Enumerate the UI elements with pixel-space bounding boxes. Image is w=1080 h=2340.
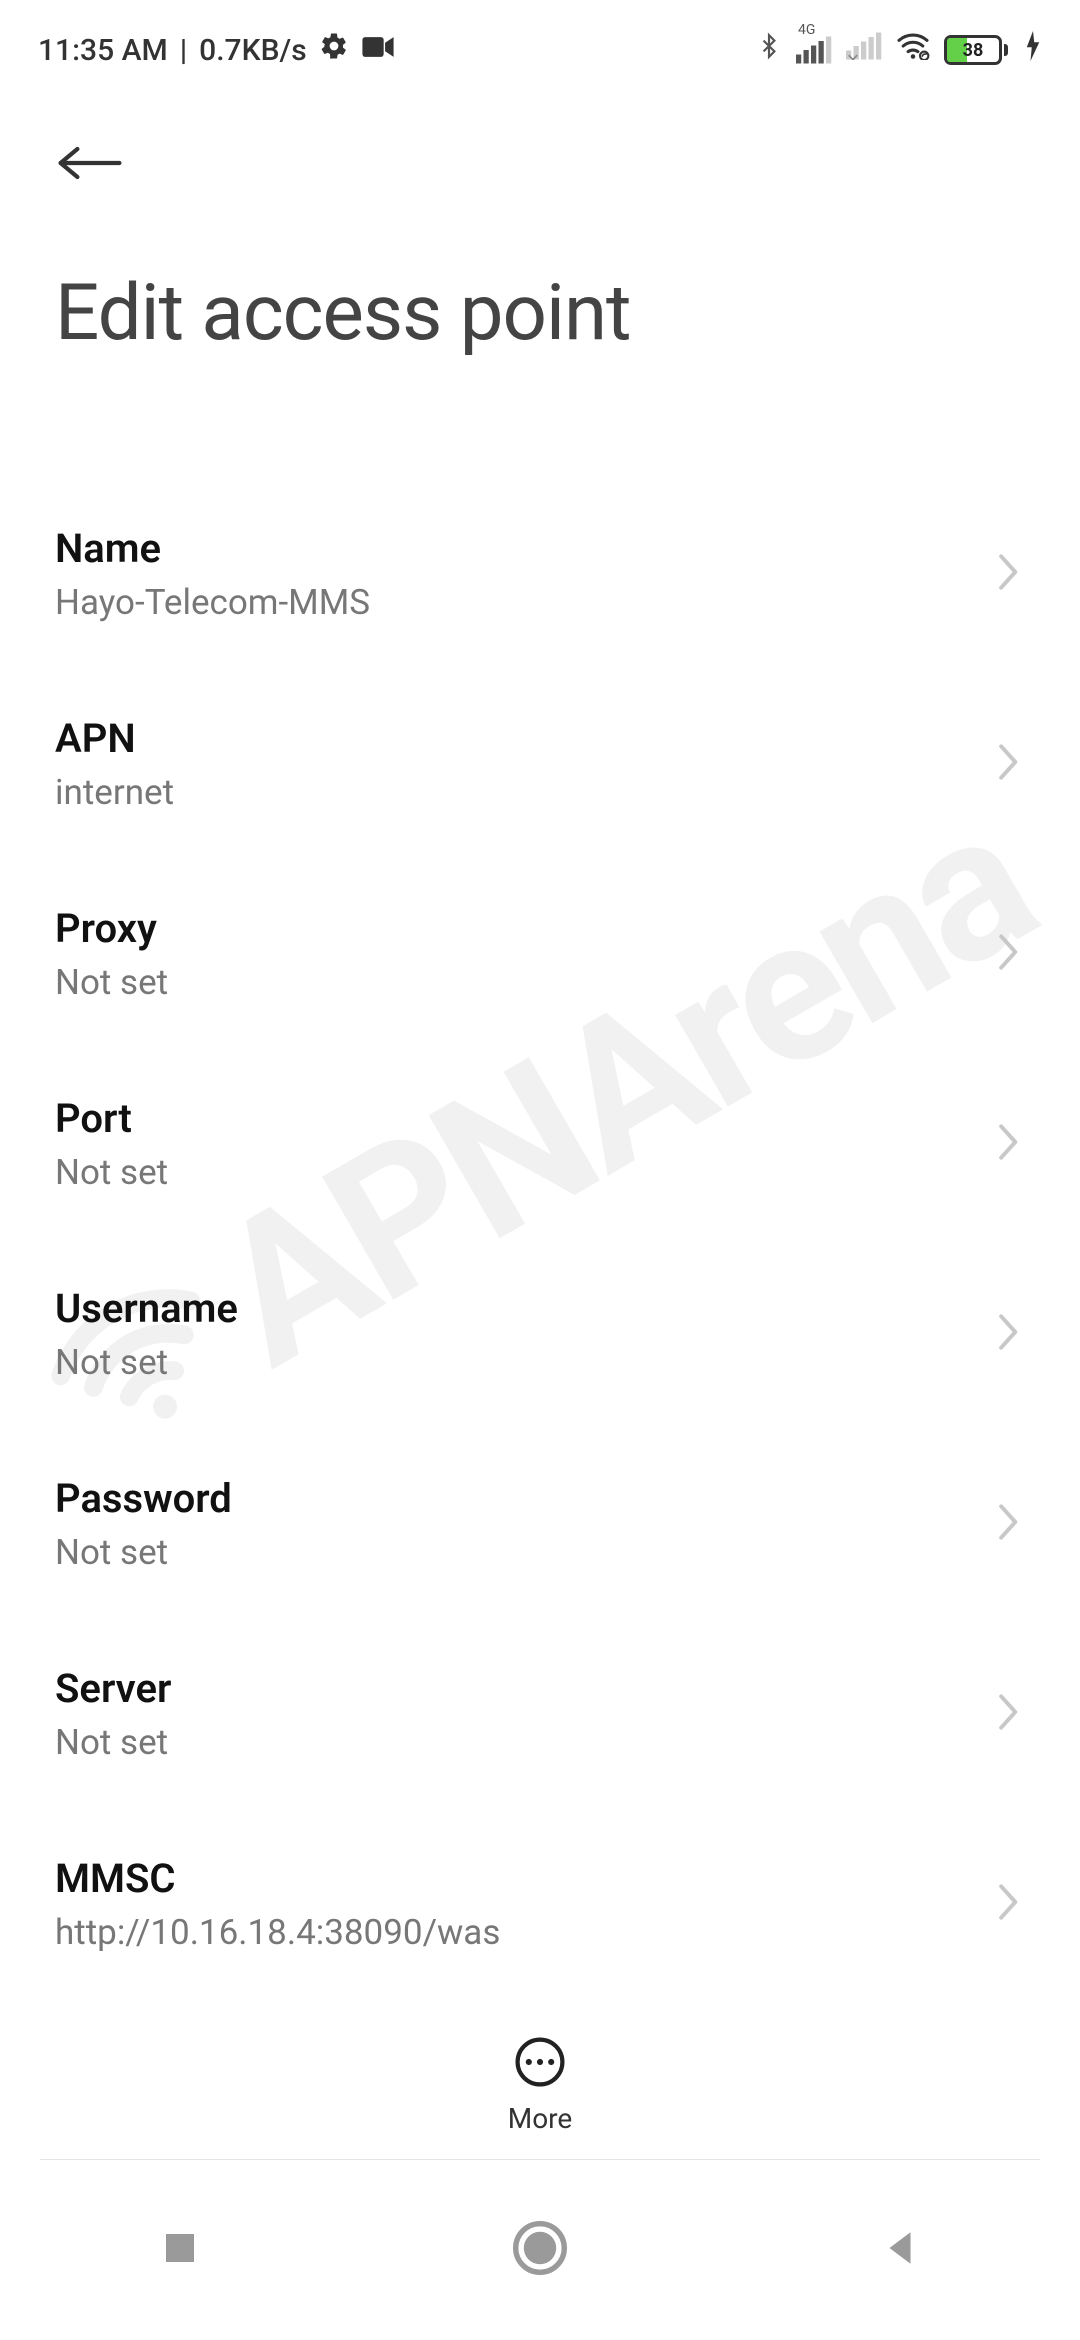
row-proxy[interactable]: Proxy Not set: [0, 859, 1080, 1049]
nav-recents-button[interactable]: [80, 2200, 280, 2300]
chevron-right-icon: [993, 1500, 1025, 1548]
status-bar: 11:35 AM | 0.7KB/s 4G ✕ 3: [0, 0, 1080, 78]
chevron-right-icon: [993, 740, 1025, 788]
row-username[interactable]: Username Not set: [0, 1239, 1080, 1429]
row-value: Hayo-Telecom-MMS: [55, 582, 370, 623]
nav-back-button[interactable]: [800, 2200, 1000, 2300]
nav-bar: [0, 2160, 1080, 2340]
row-server[interactable]: Server Not set: [0, 1619, 1080, 1809]
battery-icon: 38: [944, 35, 1008, 65]
chevron-right-icon: [993, 550, 1025, 598]
more-label: More: [508, 2102, 573, 2135]
row-value: Not set: [55, 962, 168, 1003]
more-button[interactable]: More: [508, 2034, 573, 2135]
row-title: Username: [55, 1285, 238, 1332]
row-name[interactable]: Name Hayo-Telecom-MMS: [0, 479, 1080, 669]
chevron-right-icon: [993, 1690, 1025, 1738]
settings-scroll[interactable]: Name Hayo-Telecom-MMS APN internet Proxy…: [0, 359, 1080, 2109]
bluetooth-icon: [756, 30, 782, 70]
row-mmsc[interactable]: MMSC http://10.16.18.4:38090/was: [0, 1809, 1080, 1999]
page-title: Edit access point: [55, 268, 1025, 359]
nav-home-button[interactable]: [440, 2200, 640, 2300]
row-value: Not set: [55, 1342, 238, 1383]
row-apn[interactable]: APN internet: [0, 669, 1080, 859]
charging-icon: [1024, 31, 1042, 69]
row-port[interactable]: Port Not set: [0, 1049, 1080, 1239]
action-bar: More: [0, 2014, 1080, 2155]
gear-icon: [319, 31, 349, 69]
row-value: internet: [55, 772, 174, 813]
signal-nosim-icon: ✕: [846, 32, 882, 68]
circle-icon: [513, 2221, 567, 2279]
signal-4g-icon: 4G: [796, 36, 832, 64]
status-time: 11:35 AM: [38, 33, 168, 68]
svg-text:✕: ✕: [846, 52, 860, 61]
row-value: Not set: [55, 1722, 171, 1763]
row-title: Name: [55, 525, 370, 572]
row-value: Not set: [55, 1152, 168, 1193]
settings-list: Name Hayo-Telecom-MMS APN internet Proxy…: [0, 479, 1080, 2109]
triangle-left-icon: [879, 2227, 921, 2273]
chevron-right-icon: [993, 1120, 1025, 1168]
row-title: Server: [55, 1665, 171, 1712]
video-icon: [361, 33, 395, 68]
square-icon: [159, 2227, 201, 2273]
chevron-right-icon: [993, 1310, 1025, 1358]
row-title: APN: [55, 715, 174, 762]
status-speed: 0.7KB/s: [199, 33, 306, 68]
row-title: Proxy: [55, 905, 168, 952]
row-title: Password: [55, 1475, 232, 1522]
more-icon: [512, 2034, 568, 2094]
row-value: Not set: [55, 1532, 232, 1573]
back-button[interactable]: [55, 133, 135, 193]
chevron-right-icon: [993, 1880, 1025, 1928]
wifi-icon: [896, 32, 930, 68]
chevron-right-icon: [993, 930, 1025, 978]
row-password[interactable]: Password Not set: [0, 1429, 1080, 1619]
row-value: http://10.16.18.4:38090/was: [55, 1912, 500, 1953]
row-title: MMSC: [55, 1855, 500, 1902]
row-title: Port: [55, 1095, 168, 1142]
